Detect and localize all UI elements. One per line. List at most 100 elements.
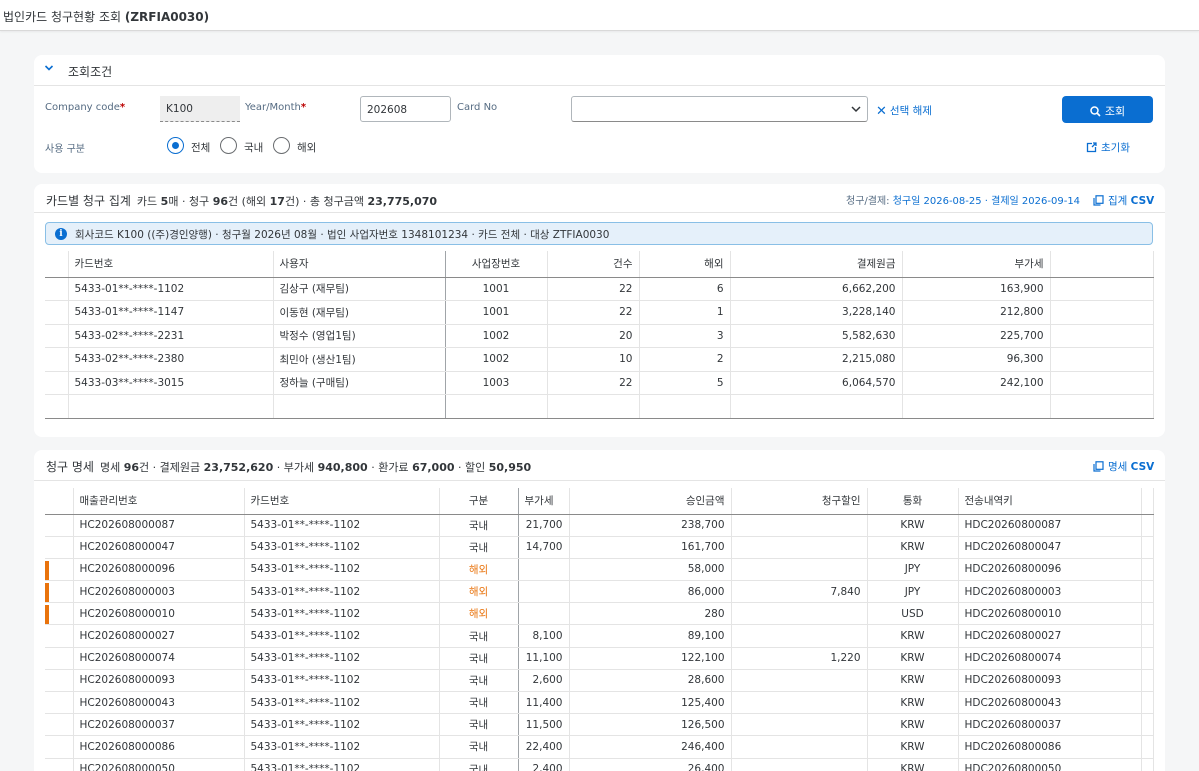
row-marker xyxy=(45,624,74,648)
clear-selection-button[interactable]: ✕ 선택 해제 xyxy=(876,103,932,119)
empty-cell xyxy=(1050,394,1154,419)
usage-radio-domestic[interactable] xyxy=(220,137,237,154)
column-header[interactable]: 청구할인 xyxy=(731,488,868,515)
table-cell: 10 xyxy=(547,347,640,372)
search-button[interactable]: 조회 xyxy=(1062,96,1153,123)
usage-radio-all[interactable] xyxy=(167,137,184,154)
reset-button[interactable]: 초기화 xyxy=(1086,140,1130,155)
detail-panel: 청구 명세 명세 96건 · 결제원금 23,752,620 · 부가세 940,… xyxy=(34,450,1165,771)
company-code-field[interactable]: K100 xyxy=(160,96,240,122)
table-cell: KRW xyxy=(867,624,959,648)
row-filler xyxy=(1050,300,1154,325)
table-cell: 1003 xyxy=(445,371,548,395)
usage-option-overseas[interactable]: 해외 xyxy=(297,140,316,155)
table-row[interactable]: 5433-01**-****-1147 이동현 (재무팀) 1001 22 1 3,228… xyxy=(45,300,1154,325)
filter-panel: 조회조건 Company code* K100 Year/Month* 2026… xyxy=(34,55,1165,173)
card-no-label: Card No xyxy=(457,102,498,113)
table-cell: HC202608000027 xyxy=(73,624,245,648)
table-cell: HDC20260800027 xyxy=(958,624,1142,648)
table-cell: 정하늘 (구매팀) xyxy=(273,371,446,395)
table-cell: 5433-01**-****-1102 xyxy=(244,758,440,771)
column-header[interactable]: 사용자 xyxy=(273,251,446,278)
table-row[interactable]: HC202608000010 5433-01**-****-1102 해외 280 US… xyxy=(45,602,1154,626)
table-row[interactable]: HC202608000047 5433-01**-****-1102 국내 14,70… xyxy=(45,536,1154,559)
chevron-down-icon[interactable] xyxy=(851,105,861,113)
table-row[interactable]: 5433-02**-****-2231 박정수 (영업1팀) 1002 20 3 5,58… xyxy=(45,324,1154,348)
table-cell: 11,400 xyxy=(518,691,570,715)
table-row[interactable]: HC202608000003 5433-01**-****-1102 해외 86,00… xyxy=(45,580,1154,604)
filter-header[interactable]: 조회조건 xyxy=(34,55,1165,86)
table-cell: JPY xyxy=(867,558,959,582)
table-row[interactable]: 5433-03**-****-3015 정하늘 (구매팀) 1003 22 5 6,064… xyxy=(45,371,1154,395)
table-row[interactable]: HC202608000027 5433-01**-****-1102 국내 8,100… xyxy=(45,624,1154,648)
card-no-select[interactable] xyxy=(571,96,868,122)
table-cell: HC202608000096 xyxy=(73,558,245,582)
table-row[interactable]: HC202608000087 5433-01**-****-1102 국내 21,70… xyxy=(45,514,1154,537)
table-cell: KRW xyxy=(867,758,959,771)
table-cell: 1,220 xyxy=(731,647,868,670)
table-cell xyxy=(731,735,868,759)
column-header[interactable]: 사업장번호 xyxy=(445,251,548,278)
page-title: 법인카드 청구현황 조회 (ZRFIA0030) xyxy=(3,8,209,25)
table-cell: HDC20260800086 xyxy=(958,735,1142,759)
column-header[interactable]: 결제원금 xyxy=(730,251,903,278)
table-row[interactable]: HC202608000093 5433-01**-****-1102 국내 2,600… xyxy=(45,669,1154,693)
chevron-down-icon[interactable] xyxy=(44,63,54,73)
row-filler xyxy=(1141,713,1154,737)
table-cell: 58,000 xyxy=(569,558,732,582)
table-cell: HC202608000010 xyxy=(73,602,245,626)
table-cell xyxy=(518,580,570,604)
table-cell: HDC20260800003 xyxy=(958,580,1142,604)
table-cell: HDC20260800047 xyxy=(958,536,1142,559)
clear-selection-label: 선택 해제 xyxy=(889,105,932,117)
table-row[interactable]: 5433-01**-****-1102 김상구 (재무팀) 1001 22 6 6,662… xyxy=(45,277,1154,301)
row-filler xyxy=(1141,536,1154,559)
detail-csv-button[interactable]: 명세 CSV xyxy=(1093,459,1154,474)
table-cell: 2 xyxy=(639,347,731,372)
table-row[interactable]: HC202608000096 5433-01**-****-1102 해외 58,00… xyxy=(45,558,1154,582)
company-code-label: Company code* xyxy=(45,102,126,113)
column-header[interactable]: 해외 xyxy=(639,251,731,278)
column-header[interactable]: 카드번호 xyxy=(68,251,274,278)
column-header[interactable]: 부가세 xyxy=(902,251,1051,278)
column-header[interactable]: 부가세 xyxy=(518,488,570,515)
table-cell: 96,300 xyxy=(902,347,1051,372)
table-cell: KRW xyxy=(867,691,959,715)
table-cell: 22 xyxy=(547,371,640,395)
usage-option-all[interactable]: 전체 xyxy=(191,140,210,155)
table-row[interactable]: HC202608000043 5433-01**-****-1102 국내 11,40… xyxy=(45,691,1154,715)
table-cell: 1 xyxy=(639,300,731,325)
year-month-field[interactable]: 202608 xyxy=(360,96,451,122)
table-row[interactable]: HC202608000074 5433-01**-****-1102 국내 11,10… xyxy=(45,647,1154,670)
usage-option-domestic[interactable]: 국내 xyxy=(244,140,263,155)
table-cell: 5433-01**-****-1102 xyxy=(244,647,440,670)
table-cell: 5433-01**-****-1102 xyxy=(244,514,440,537)
column-header[interactable]: 매출관리번호 xyxy=(73,488,245,515)
usage-radio-overseas[interactable] xyxy=(273,137,290,154)
row-filler xyxy=(1141,558,1154,582)
table-cell: 3 xyxy=(639,324,731,348)
table-cell: HDC20260800093 xyxy=(958,669,1142,693)
table-cell: 국내 xyxy=(439,514,519,537)
table-cell: 5433-01**-****-1102 xyxy=(244,735,440,759)
table-row[interactable]: HC202608000050 5433-01**-****-1102 국내 2,400… xyxy=(45,758,1154,771)
table-cell: 1001 xyxy=(445,300,548,325)
column-header[interactable]: 승인금액 xyxy=(569,488,732,515)
column-header[interactable]: 통화 xyxy=(867,488,959,515)
column-header[interactable]: 카드번호 xyxy=(244,488,440,515)
table-cell: HC202608000093 xyxy=(73,669,245,693)
summary-csv-button[interactable]: 집계 CSV xyxy=(1093,193,1154,208)
table-row[interactable]: HC202608000086 5433-01**-****-1102 국내 22,40… xyxy=(45,735,1154,759)
column-header[interactable]: 구분 xyxy=(439,488,519,515)
table-cell xyxy=(731,758,868,771)
detail-header: 청구 명세 명세 96건 · 결제원금 23,752,620 · 부가세 940,… xyxy=(46,460,532,474)
table-row[interactable]: 5433-02**-****-2380 최민아 (생산1팀) 1002 10 2 2,21… xyxy=(45,347,1154,372)
table-cell xyxy=(731,536,868,559)
table-cell: 1002 xyxy=(445,324,548,348)
column-header[interactable]: 전송내역키 xyxy=(958,488,1142,515)
table-cell: 5433-01**-****-1102 xyxy=(244,669,440,693)
row-marker xyxy=(45,647,74,670)
table-row[interactable]: HC202608000037 5433-01**-****-1102 국내 11,50… xyxy=(45,713,1154,737)
billing-period: 청구/결제: 청구일 2026-08-25 · 결제일 2026-09-14 xyxy=(846,196,1081,207)
column-header[interactable]: 건수 xyxy=(547,251,640,278)
